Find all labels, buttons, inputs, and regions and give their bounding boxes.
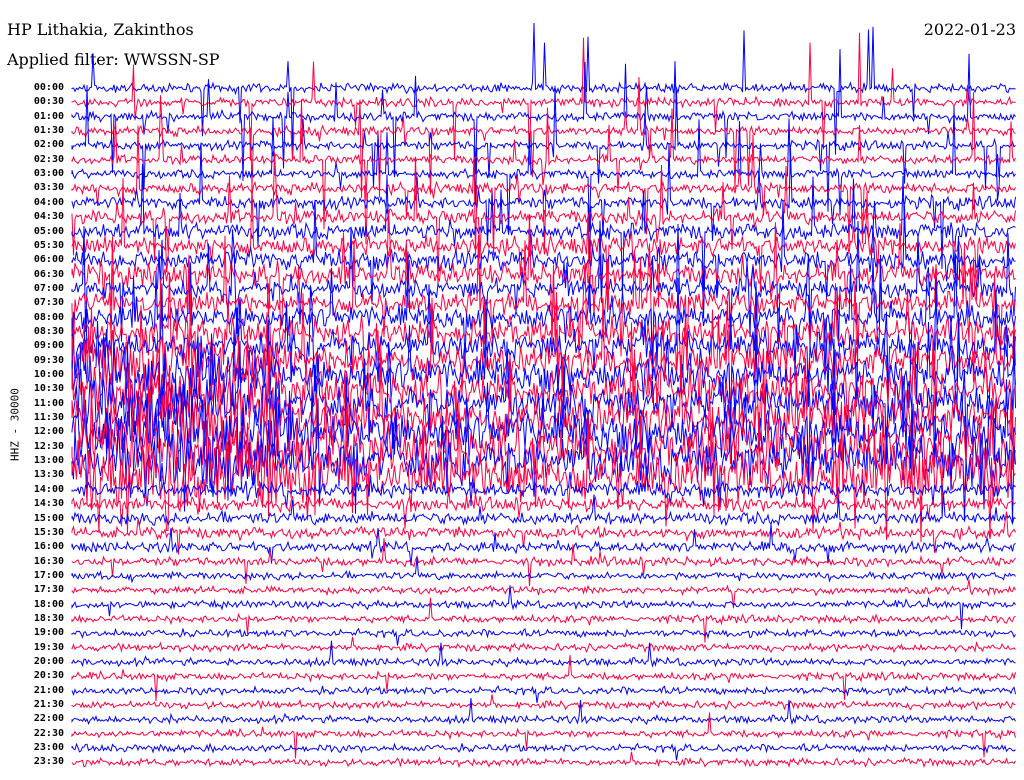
trace-row-1930 xyxy=(71,636,1016,654)
trace-row-2000 xyxy=(71,640,1016,668)
trace-row-2330 xyxy=(71,751,1016,769)
helicorder-plot xyxy=(71,22,1016,769)
trace-row-0000 xyxy=(71,22,1016,155)
trace-row-1900 xyxy=(71,627,1016,646)
trace-row-2130 xyxy=(71,694,1016,711)
trace-row-2300 xyxy=(71,742,1016,761)
trace-row-2100 xyxy=(71,685,1016,703)
